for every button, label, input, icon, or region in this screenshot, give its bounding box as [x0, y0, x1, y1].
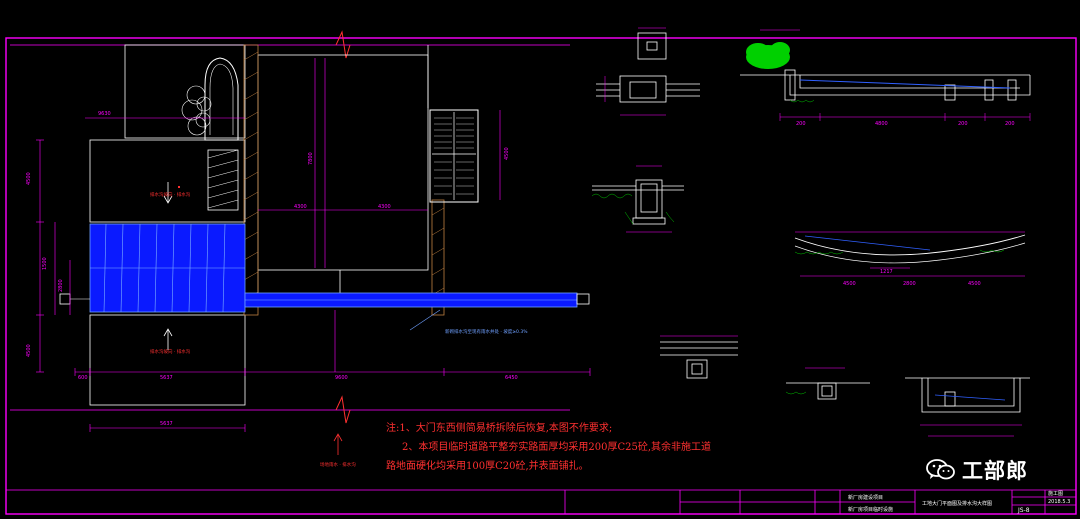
svg-text:1217: 1217 — [880, 269, 893, 275]
project-name-line1: 新厂房建设项目 — [848, 494, 883, 501]
arrow-label-upper: 排水沟坡向 · 排水沟 — [150, 191, 191, 198]
svg-text:200: 200 — [958, 121, 968, 127]
svg-text:6450: 6450 — [505, 375, 518, 381]
tree-green — [746, 42, 790, 69]
svg-text:4500: 4500 — [968, 281, 981, 287]
svg-text:4300: 4300 — [294, 204, 307, 210]
water-area — [89, 223, 246, 313]
note-line-3: 路地面硬化均采用100厚C20砼,并表面铺扎。 — [386, 461, 589, 472]
drain-section-2 — [660, 341, 738, 379]
svg-text:4500: 4500 — [504, 147, 510, 160]
arrow-label-lower: 排水沟坡向 · 排水沟 — [150, 348, 191, 355]
drawing-code: 施工图 — [1048, 490, 1063, 497]
svg-text:2800: 2800 — [58, 279, 64, 292]
note-line-1: 注:1、大门东西侧简易桥拆除后恢复,本图不作要求; — [386, 423, 613, 434]
svg-text:600: 600 — [78, 375, 88, 381]
svg-text:5637: 5637 — [160, 375, 173, 381]
watermark-text: 工部郎 — [962, 459, 1028, 483]
curved-ditch-section — [794, 231, 1026, 277]
svg-text:4500: 4500 — [843, 281, 856, 287]
drawing-title: 工地大门平面图及排水沟大样图 — [922, 500, 992, 507]
project-name-line2: 新厂房项目临时设施 — [848, 506, 893, 513]
title-block — [6, 489, 1076, 514]
site-plan: 4500 1500 2800 4500 600 5637 9600 6450 5… — [10, 30, 591, 455]
svg-text:200: 200 — [1005, 121, 1015, 127]
flow-arrow-red — [333, 433, 343, 455]
svg-text:2800: 2800 — [903, 281, 916, 287]
svg-text:9630: 9630 — [98, 111, 111, 117]
svg-text:200: 200 — [796, 121, 806, 127]
svg-text:4500: 4500 — [26, 344, 32, 357]
svg-text:7800: 7800 — [308, 152, 314, 165]
drain-callout: 新砌排水沟至现有雨水井处 · 坡度≥0.3% — [445, 328, 528, 335]
drain-section-4 — [905, 377, 1030, 413]
sheet-number: JS-8 — [1017, 507, 1030, 514]
svg-text:9600: 9600 — [335, 375, 348, 381]
svg-text:1500: 1500 — [42, 257, 48, 270]
drawing-date: 2018.5.3 — [1048, 499, 1070, 505]
svg-text:4800: 4800 — [875, 121, 888, 127]
arrow-label-red: 场地雨水 · 排水沟 — [320, 461, 356, 468]
wechat-icon — [926, 459, 955, 480]
drain-section-3 — [785, 382, 870, 400]
flow-arrow-lower — [163, 328, 173, 350]
note-line-2: 2、本项目临时道路平整夯实路面厚均采用200厚C25砼,其余非施工道 — [402, 442, 712, 453]
svg-text:5637: 5637 — [160, 421, 173, 427]
tree-symbol — [181, 85, 212, 136]
svg-text:4500: 4500 — [26, 172, 32, 185]
svg-text:4300: 4300 — [378, 204, 391, 210]
manhole-detail — [596, 32, 700, 103]
watermark: 工部郎 — [922, 456, 1032, 484]
long-section-top: 200 4800 200 200 — [740, 29, 1031, 127]
